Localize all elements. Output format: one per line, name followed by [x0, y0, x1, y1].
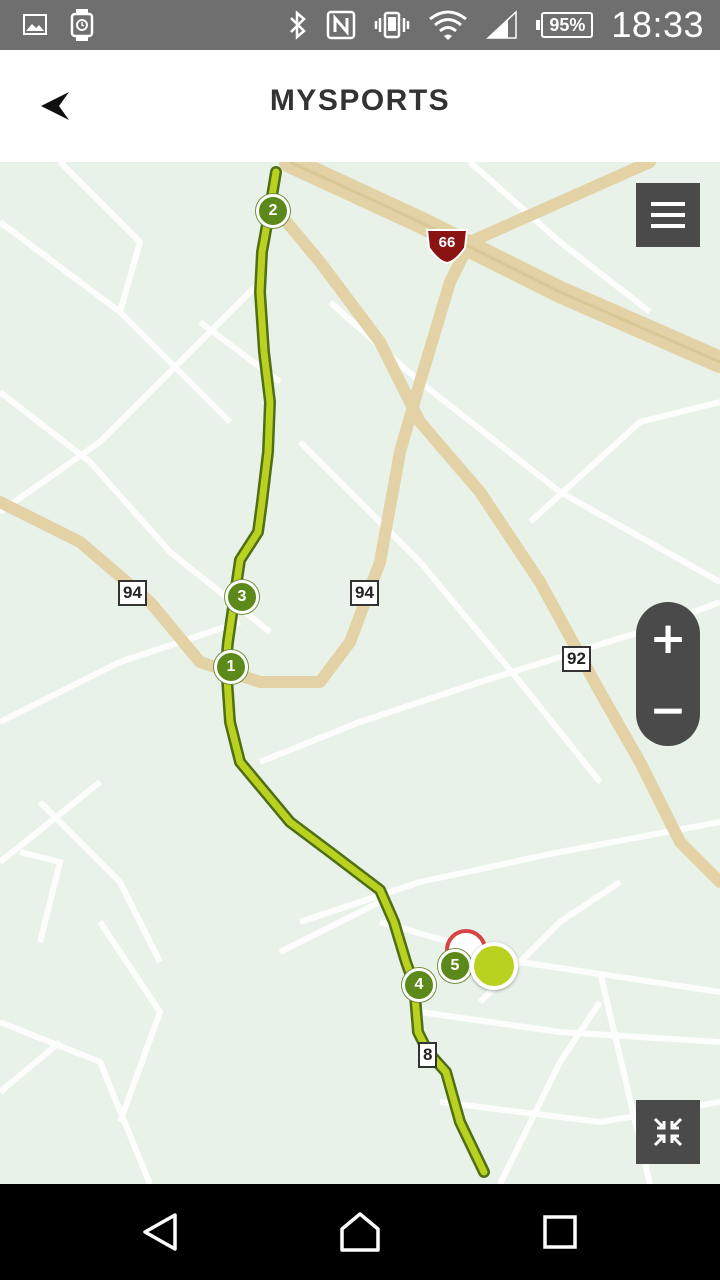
route-92-shield: 92 [562, 646, 591, 672]
nfc-icon [326, 10, 356, 40]
status-bar: 95% 18:33 [0, 0, 720, 50]
page-title: MYSPORTS [269, 84, 451, 117]
zoom-in-button[interactable]: + [636, 602, 700, 674]
nav-recents-icon [543, 1215, 577, 1249]
zoom-control: + − [636, 602, 700, 746]
hamburger-menu-icon [651, 202, 685, 228]
signal-icon [486, 10, 518, 40]
highway-66-label: 66 [438, 234, 456, 251]
nav-recents-button[interactable] [536, 1208, 584, 1256]
gallery-icon [22, 12, 48, 38]
highway-66-shield: 66 [425, 228, 469, 265]
collapse-icon [653, 1117, 683, 1147]
route-94-shield-right: 94 [350, 580, 379, 606]
route-94-shield-left: 94 [118, 580, 147, 606]
lap-marker-3[interactable]: 3 [225, 580, 259, 614]
nav-back-button[interactable] [136, 1208, 184, 1256]
lap-marker-1[interactable]: 1 [214, 650, 248, 684]
map-menu-button[interactable] [636, 183, 700, 247]
collapse-map-button[interactable] [636, 1100, 700, 1164]
route-shield-bottom: 8 [418, 1042, 438, 1068]
nav-back-icon [143, 1213, 177, 1251]
end-point-marker[interactable] [470, 942, 518, 990]
zoom-out-button[interactable]: − [636, 674, 700, 746]
wifi-icon [428, 9, 468, 41]
lap-marker-5[interactable]: 5 [438, 949, 472, 983]
nav-home-icon [340, 1212, 380, 1252]
activity-map[interactable]: 66 94 94 92 8 1 2 3 4 5 + − [0, 162, 720, 1184]
bluetooth-icon [288, 10, 308, 40]
vibrate-icon [374, 10, 410, 40]
battery-percent: 95% [549, 14, 586, 35]
app-bar: MYSPORTS [0, 50, 720, 162]
lap-marker-4[interactable]: 4 [402, 968, 436, 1002]
watch-icon [70, 8, 94, 42]
system-nav-bar [0, 1184, 720, 1280]
lap-marker-2[interactable]: 2 [256, 194, 290, 228]
clock: 18:33 [611, 4, 704, 45]
battery-icon: 95% [536, 12, 594, 38]
map-base [0, 162, 720, 1184]
nav-home-button[interactable] [336, 1208, 384, 1256]
